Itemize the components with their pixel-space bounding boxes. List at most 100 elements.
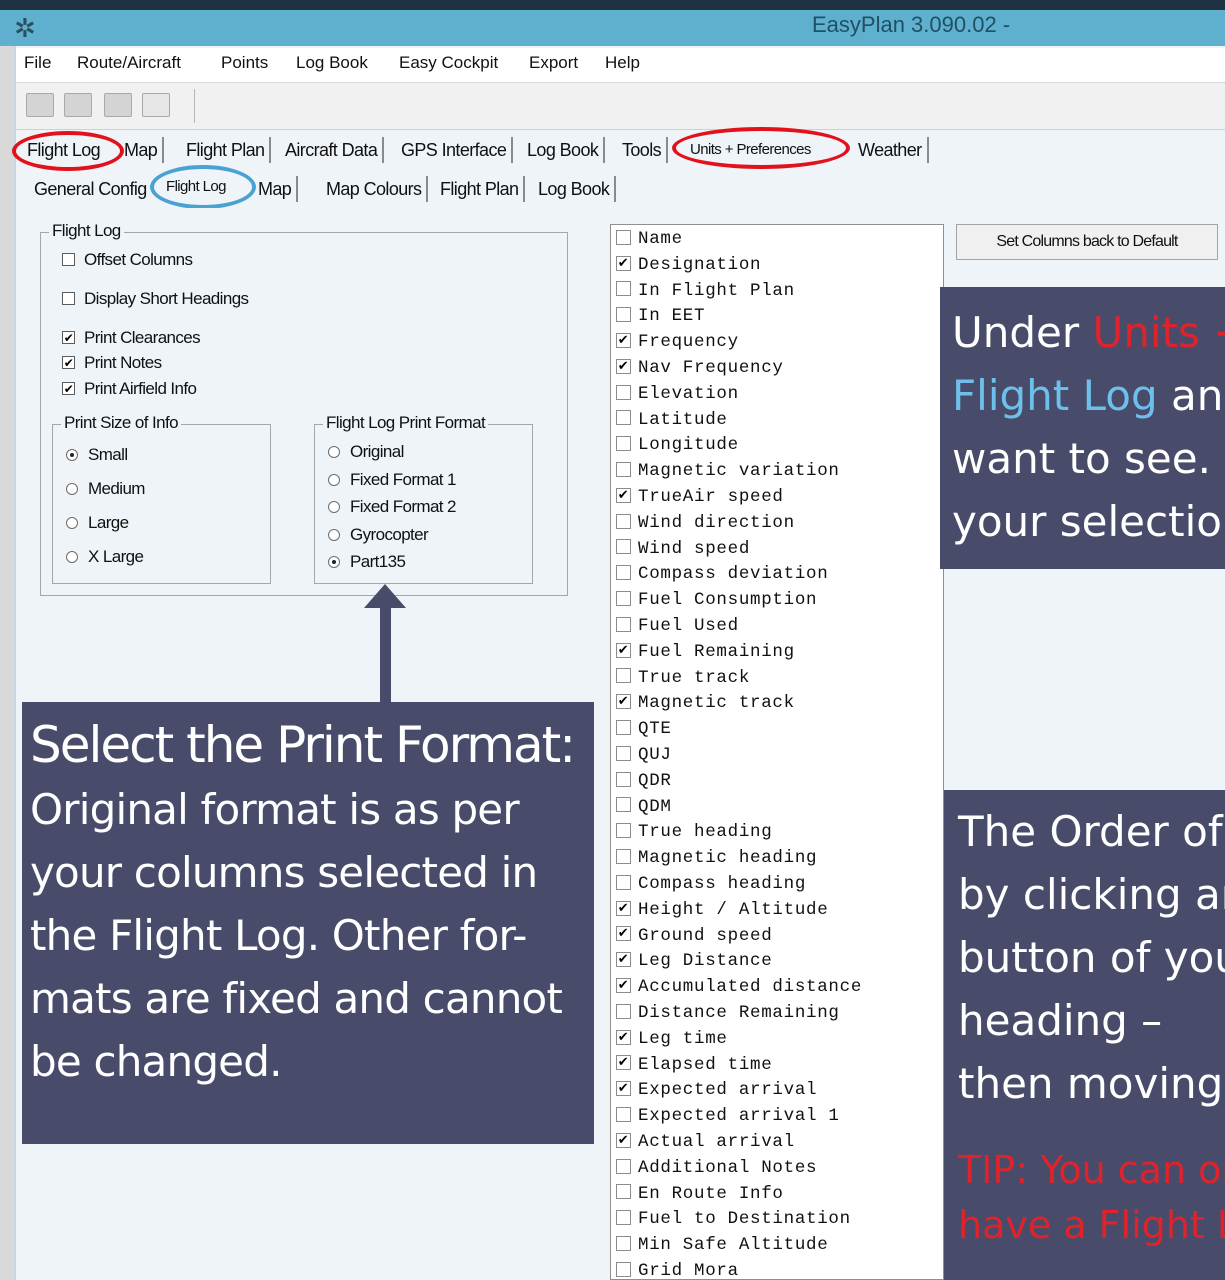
checkmark-icon[interactable]: ✔ — [616, 487, 631, 503]
column-option[interactable]: QDM — [616, 795, 672, 819]
print-preview-icon[interactable] — [142, 93, 170, 117]
column-option[interactable]: Magnetic variation — [616, 459, 840, 483]
checkbox-box[interactable] — [616, 1158, 631, 1174]
checkmark-icon[interactable]: ✔ — [616, 255, 631, 271]
checkbox-box[interactable] — [616, 384, 631, 400]
checkbox-box[interactable] — [62, 292, 75, 306]
column-option[interactable]: Compass deviation — [616, 562, 828, 586]
open-icon[interactable] — [26, 93, 54, 117]
checkbox-box[interactable] — [616, 1003, 631, 1019]
checkmark-icon[interactable]: ✔ — [62, 331, 75, 345]
app-icon[interactable]: ✲ — [14, 14, 36, 44]
column-option[interactable]: ✔ Leg time — [616, 1027, 728, 1051]
checkbox-box[interactable] — [616, 797, 631, 813]
print-airfield-info-checkbox[interactable]: ✔ Print Airfield Info — [62, 379, 197, 399]
checkbox-box[interactable] — [616, 229, 631, 245]
checkmark-icon[interactable]: ✔ — [616, 900, 631, 916]
checkbox-box[interactable] — [616, 565, 631, 581]
column-selection-list[interactable]: Name ✔ Designation In Flight Plan In EET ✔ Fre… — [610, 224, 944, 1280]
column-option[interactable]: ✔ Magnetic track — [616, 691, 795, 715]
column-option[interactable]: In EET — [616, 304, 705, 328]
menu-route-aircraft[interactable]: Route/Aircraft — [77, 53, 181, 73]
subtab-log-book[interactable]: Log Book — [538, 176, 617, 202]
checkmark-icon[interactable]: ✔ — [616, 1132, 631, 1148]
print-size-large-radio[interactable]: Large — [66, 513, 129, 533]
checkbox-box[interactable] — [616, 462, 631, 478]
radio-dot[interactable] — [66, 550, 78, 563]
checkmark-icon[interactable]: ✔ — [616, 1055, 631, 1071]
display-short-headings-checkbox[interactable]: Display Short Headings — [62, 289, 249, 309]
print-format-gyrocopter-radio[interactable]: Gyrocopter — [328, 525, 429, 545]
set-columns-default-button[interactable]: Set Columns back to Default — [956, 224, 1218, 260]
menu-log-book[interactable]: Log Book — [296, 53, 368, 73]
checkbox-box[interactable] — [616, 1107, 631, 1123]
save-icon[interactable] — [64, 93, 92, 117]
column-option[interactable]: QUJ — [616, 743, 672, 767]
column-option[interactable]: Fuel Consumption — [616, 588, 817, 612]
checkbox-box[interactable] — [616, 771, 631, 787]
checkmark-icon[interactable]: ✔ — [616, 642, 631, 658]
column-option[interactable]: ✔ Ground speed — [616, 924, 772, 948]
tab-log-book[interactable]: Log Book — [527, 137, 606, 163]
column-option[interactable]: ✔ Expected arrival — [616, 1078, 817, 1102]
checkbox-box[interactable] — [616, 307, 631, 323]
column-option[interactable]: Expected arrival 1 — [616, 1104, 840, 1128]
column-option[interactable]: ✔ Elapsed time — [616, 1053, 772, 1077]
subtab-flight-plan[interactable]: Flight Plan — [440, 176, 526, 202]
print-format-fixed1-radio[interactable]: Fixed Format 1 — [328, 470, 457, 490]
checkmark-icon[interactable]: ✔ — [616, 694, 631, 710]
column-option[interactable]: Fuel to Destination — [616, 1207, 851, 1231]
print-notes-checkbox[interactable]: ✔ Print Notes — [62, 353, 162, 373]
checkmark-icon[interactable]: ✔ — [616, 978, 631, 994]
tab-gps-interface[interactable]: GPS Interface — [401, 137, 514, 163]
print-size-medium-radio[interactable]: Medium — [66, 479, 145, 499]
subtab-map-colours[interactable]: Map Colours — [326, 176, 429, 202]
offset-columns-checkbox[interactable]: Offset Columns — [62, 250, 193, 270]
checkbox-box[interactable] — [616, 513, 631, 529]
checkmark-icon[interactable]: ✔ — [616, 952, 631, 968]
tab-aircraft-data[interactable]: Aircraft Data — [285, 137, 385, 163]
column-option[interactable]: ✔ Frequency — [616, 330, 739, 354]
print-clearances-checkbox[interactable]: ✔ Print Clearances — [62, 328, 201, 348]
print-size-xlarge-radio[interactable]: X Large — [66, 547, 144, 567]
subtab-map[interactable]: Map — [258, 176, 299, 202]
print-size-small-radio[interactable]: Small — [66, 445, 128, 465]
column-option[interactable]: Distance Remaining — [616, 1001, 840, 1025]
column-option[interactable]: Fuel Used — [616, 614, 739, 638]
checkmark-icon[interactable]: ✔ — [616, 1029, 631, 1045]
radio-dot[interactable] — [328, 445, 340, 458]
radio-dot[interactable] — [328, 528, 340, 541]
print-format-part135-radio[interactable]: Part135 — [328, 552, 406, 572]
checkbox-box[interactable] — [616, 668, 631, 684]
checkmark-icon[interactable]: ✔ — [616, 926, 631, 942]
checkbox-box[interactable] — [616, 1236, 631, 1252]
checkbox-box[interactable] — [616, 281, 631, 297]
radio-dot[interactable] — [328, 555, 340, 568]
print-format-original-radio[interactable]: Original — [328, 442, 404, 462]
checkbox-box[interactable] — [616, 823, 631, 839]
checkmark-icon[interactable]: ✔ — [62, 356, 75, 370]
radio-dot[interactable] — [66, 516, 78, 529]
print-icon[interactable] — [104, 93, 132, 117]
column-option[interactable]: Name — [616, 227, 683, 251]
tab-flight-plan[interactable]: Flight Plan — [186, 137, 272, 163]
menu-help[interactable]: Help — [605, 53, 640, 73]
column-option[interactable]: True track — [616, 666, 750, 690]
menu-export[interactable]: Export — [529, 53, 578, 73]
tab-weather[interactable]: Weather — [858, 137, 929, 163]
column-option[interactable]: Compass heading — [616, 872, 806, 896]
column-option[interactable]: Wind speed — [616, 537, 750, 561]
menu-points[interactable]: Points — [221, 53, 268, 73]
column-option[interactable]: Latitude — [616, 408, 728, 432]
column-option[interactable]: Grid Mora — [616, 1259, 739, 1279]
checkbox-box[interactable] — [616, 1184, 631, 1200]
checkbox-box[interactable] — [616, 539, 631, 555]
radio-dot[interactable] — [328, 500, 340, 513]
column-option[interactable]: Min Safe Altitude — [616, 1233, 828, 1257]
column-option[interactable]: ✔ Actual arrival — [616, 1130, 795, 1154]
column-option[interactable]: ✔ Leg Distance — [616, 949, 772, 973]
checkbox-box[interactable] — [616, 1210, 631, 1226]
column-option[interactable]: QDR — [616, 769, 672, 793]
checkbox-box[interactable] — [616, 720, 631, 736]
checkbox-box[interactable] — [616, 616, 631, 632]
